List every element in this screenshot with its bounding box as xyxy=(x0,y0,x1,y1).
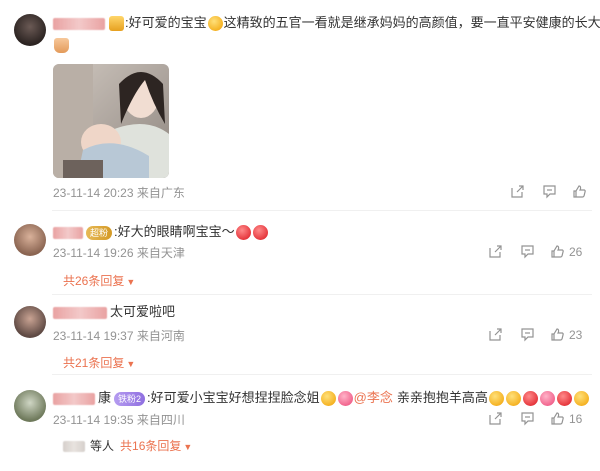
comment-meta: 23-11-14 20:23 来自广东 xyxy=(53,185,185,201)
cake-emoji-icon xyxy=(522,391,538,407)
replies-count: 共16条回复 xyxy=(120,439,182,453)
comment-time: 23-11-14 19:35 xyxy=(53,413,134,427)
like-count: 16 xyxy=(569,412,583,426)
comment-time: 23-11-14 19:26 xyxy=(53,246,134,260)
heart-emoji-icon xyxy=(539,391,555,407)
comment-text-cont: 这精致的五官一看就是继承妈妈的高颜值，要一直平安健康的长大 xyxy=(223,15,600,30)
hug-emoji-icon xyxy=(488,391,504,407)
reply-who: 等人 xyxy=(90,439,115,453)
username-suffix[interactable]: 康 xyxy=(98,390,111,405)
replies-count: 共21条回复 xyxy=(63,356,125,370)
comment-content: 超粉:好大的眼睛啊宝宝～ xyxy=(53,222,269,242)
comment-text-cont: 亲亲抱抱羊高高 xyxy=(396,390,488,405)
like-count: 23 xyxy=(569,328,583,342)
comment-icon xyxy=(521,328,534,342)
share-icon xyxy=(511,185,524,198)
reply-username[interactable] xyxy=(63,441,85,453)
comment-meta: 23-11-14 19:37 来自河南 xyxy=(53,328,185,344)
comment-content-wrap xyxy=(53,35,70,55)
caret-down-icon: ▼ xyxy=(183,442,193,452)
hug-emoji-icon xyxy=(505,391,521,407)
comment-time: 23-11-14 20:23 xyxy=(53,186,134,200)
comment-content: :好可爱的宝宝 这精致的五官一看就是继承妈妈的高颜值，要一直平安健康的长大 xyxy=(53,13,600,33)
caret-down-icon: ▼ xyxy=(126,277,136,287)
comment-item: :好可爱的宝宝 这精致的五官一看就是继承妈妈的高颜值，要一直平安健康的长大 23-… xyxy=(0,0,600,210)
username[interactable] xyxy=(53,392,95,405)
comment-item: 太可爱啦吧 23-11-14 19:37 来自河南 23 共21条回复 ▼ xyxy=(0,294,600,374)
avatar[interactable] xyxy=(14,14,46,46)
mention-link[interactable]: @李念 xyxy=(354,390,393,405)
cry-emoji-icon xyxy=(320,391,336,407)
like-count: 26 xyxy=(569,245,583,259)
share-icon xyxy=(489,245,502,258)
comment-location: 来自河南 xyxy=(136,329,185,343)
view-replies-link[interactable]: 共26条回复 ▼ xyxy=(63,273,135,290)
avatar[interactable] xyxy=(14,390,46,422)
like-button[interactable]: 26 xyxy=(550,244,590,260)
heart-eyes-emoji-icon xyxy=(252,225,268,241)
username[interactable] xyxy=(53,226,83,239)
username[interactable] xyxy=(53,306,107,319)
avatar[interactable] xyxy=(14,306,46,338)
comment-text: :好可爱小宝宝好想捏捏脸念姐 xyxy=(147,390,320,405)
like-icon xyxy=(551,412,564,425)
love-emoji-icon xyxy=(556,391,572,407)
like-icon xyxy=(573,185,586,198)
comment-icon xyxy=(543,185,556,199)
sad-emoji-icon xyxy=(337,391,353,407)
comment-location: 来自广东 xyxy=(136,186,185,200)
comment-time: 23-11-14 19:37 xyxy=(53,329,134,343)
view-replies-link[interactable]: 等人 共16条回复 ▼ xyxy=(63,438,192,455)
username[interactable] xyxy=(53,17,105,30)
share-icon xyxy=(489,328,502,341)
replies-count: 共26条回复 xyxy=(63,274,125,288)
view-replies-link[interactable]: 共21条回复 ▼ xyxy=(63,355,135,372)
fan-badge: 超粉 xyxy=(86,225,113,240)
like-button[interactable]: 23 xyxy=(550,327,590,343)
pray-emoji-icon xyxy=(54,38,69,54)
kiss-emoji-icon xyxy=(235,225,251,241)
fan-badge: 铁粉2 xyxy=(114,391,146,406)
comment-content: 康铁粉2:好可爱小宝宝好想捏捏脸念姐 @李念 亲亲抱抱羊高高 xyxy=(53,388,590,408)
caret-down-icon: ▼ xyxy=(126,359,136,369)
comment-text: :好可爱的宝宝 xyxy=(125,15,207,30)
comment-location: 来自四川 xyxy=(136,413,185,427)
like-button[interactable]: 16 xyxy=(550,411,590,427)
like-icon xyxy=(551,245,564,258)
crown-emoji-icon xyxy=(109,16,124,32)
avatar[interactable] xyxy=(14,224,46,256)
comment-meta: 23-11-14 19:35 来自四川 xyxy=(53,412,185,428)
comment-item: 超粉:好大的眼睛啊宝宝～ 23-11-14 19:26 来自天津 26 共26条… xyxy=(0,210,600,294)
like-icon xyxy=(551,328,564,341)
baby-mother-photo xyxy=(53,64,169,178)
comment-item: 康铁粉2:好可爱小宝宝好想捏捏脸念姐 @李念 亲亲抱抱羊高高 23-11-14 19… xyxy=(0,374,600,471)
comment-content: 太可爱啦吧 xyxy=(53,302,175,322)
comment-text: :好大的眼睛啊宝宝～ xyxy=(114,224,235,239)
comment-text: 太可爱啦吧 xyxy=(110,304,176,319)
smile-emoji-icon xyxy=(207,16,223,32)
comment-icon xyxy=(521,245,534,259)
share-icon xyxy=(489,412,502,425)
comment-icon xyxy=(521,412,534,426)
comment-image[interactable] xyxy=(53,64,169,178)
comment-location: 来自天津 xyxy=(136,246,185,260)
comment-meta: 23-11-14 19:26 来自天津 xyxy=(53,245,185,261)
wow-emoji-icon xyxy=(573,391,589,407)
